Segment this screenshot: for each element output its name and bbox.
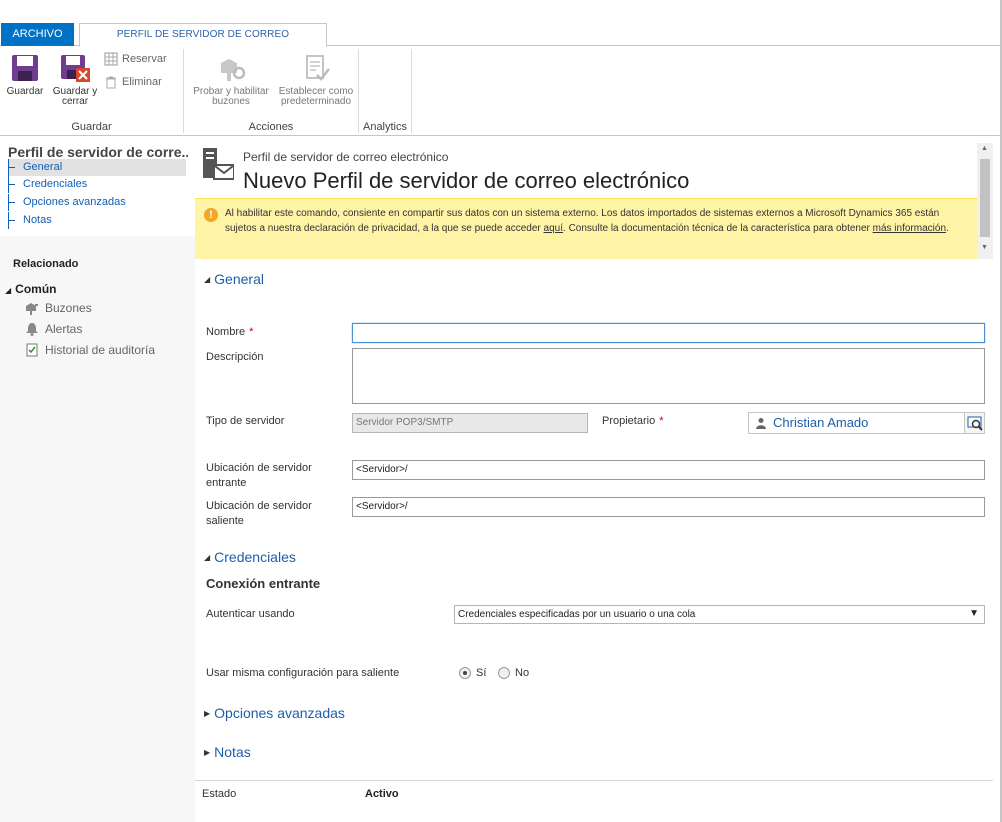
- owner-label: Propietario *: [602, 415, 664, 427]
- ribbon-group-actions: Probar y habilitar buzones Establecer co…: [184, 47, 358, 135]
- ribbon-tab-bar: ARCHIVO PERFIL DE SERVIDOR DE CORREO ELE…: [0, 0, 1002, 62]
- owner-value[interactable]: Christian Amado: [773, 415, 868, 430]
- ribbon-group-label: Guardar: [71, 121, 112, 133]
- nav-item-notes[interactable]: Notas: [8, 212, 186, 229]
- incoming-server-field[interactable]: <Servidor>/: [352, 460, 985, 480]
- lookup-search-icon: [967, 416, 983, 431]
- scrollbar-thumb[interactable]: [980, 159, 990, 237]
- name-label: Nombre *: [206, 326, 254, 338]
- server-type-field: Servidor POP3/SMTP: [352, 413, 588, 433]
- common-heading[interactable]: ◢ Común: [5, 282, 56, 296]
- same-config-label: Usar misma configuración para saliente: [206, 667, 400, 679]
- related-heading: Relacionado: [13, 258, 79, 270]
- same-config-yes-radio[interactable]: Sí: [459, 667, 486, 679]
- entity-title: Perfil de servidor de corre...: [8, 144, 188, 160]
- lookup-button[interactable]: [964, 413, 984, 433]
- server-type-label: Tipo de servidor: [206, 415, 285, 427]
- ribbon-group-label: Acciones: [248, 121, 294, 133]
- nav-item-credentials[interactable]: Credenciales: [8, 176, 186, 193]
- save-close-icon: [61, 55, 90, 82]
- form-navigation: Perfil de servidor de corre... General C…: [0, 137, 195, 236]
- more-info-link[interactable]: más información: [873, 223, 946, 234]
- nav-item-general[interactable]: General: [8, 159, 186, 176]
- scroll-up-icon[interactable]: ▲: [981, 145, 988, 152]
- test-enable-mailboxes-button[interactable]: Probar y habilitar buzones: [188, 53, 274, 107]
- save-icon: [12, 55, 38, 81]
- status-value: Activo: [365, 788, 399, 800]
- save-button[interactable]: Guardar: [4, 53, 46, 97]
- section-advanced-header[interactable]: ▶ Opciones avanzadas: [204, 705, 345, 721]
- related-item-audit-history[interactable]: Historial de auditoría: [25, 343, 155, 357]
- description-field[interactable]: [352, 348, 985, 404]
- user-icon: [756, 418, 766, 429]
- collapse-triangle-icon: ◢: [204, 274, 211, 284]
- related-item-alerts[interactable]: Alertas: [25, 322, 82, 336]
- incoming-server-label: Ubicación de servidor entrante: [206, 462, 312, 489]
- bell-icon: [26, 323, 38, 336]
- dropdown-arrow-icon: ▼: [969, 608, 979, 619]
- ribbon-group-label: Analytics: [362, 121, 408, 133]
- tab-email-server-profile[interactable]: PERFIL DE SERVIDOR DE CORREO ELECTRÓNICO: [79, 23, 327, 62]
- expand-triangle-icon: ▶: [204, 747, 211, 757]
- scroll-down-icon[interactable]: ▼: [981, 244, 988, 251]
- section-credentials-header[interactable]: ◢ Credenciales: [204, 549, 296, 565]
- radio-unselected-icon: [498, 667, 510, 679]
- set-as-default-button[interactable]: Establecer como predeterminado: [278, 53, 354, 107]
- delete-button[interactable]: Eliminar: [104, 74, 162, 90]
- status-label: Estado: [202, 788, 237, 800]
- same-config-no-radio[interactable]: No: [498, 667, 529, 679]
- audit-history-icon: [26, 343, 38, 357]
- ribbon-group-analytics: Analytics: [359, 47, 411, 135]
- reserve-button[interactable]: Reservar: [104, 51, 167, 67]
- expand-triangle-icon: ▶: [204, 708, 211, 718]
- set-default-icon: [306, 55, 330, 81]
- section-notes-header[interactable]: ▶ Notas: [204, 744, 251, 760]
- save-and-close-button[interactable]: Guardar y cerrar: [49, 53, 101, 107]
- description-label: Descripción: [206, 351, 264, 363]
- entity-name: Perfil de servidor de correo electrónico: [243, 150, 449, 164]
- outgoing-server-label: Ubicación de servidor saliente: [206, 500, 312, 527]
- status-footer: Estado Activo: [195, 780, 993, 810]
- ribbon-separator: [411, 49, 412, 133]
- warning-icon: !: [204, 208, 218, 222]
- outgoing-server-field[interactable]: <Servidor>/: [352, 497, 985, 517]
- ribbon: Guardar Guardar y cerrar Reservar Elimin…: [0, 47, 1002, 136]
- header-scrollbar[interactable]: ▲ ▼: [977, 143, 993, 259]
- owner-lookup[interactable]: Christian Amado: [748, 412, 985, 434]
- privacy-link[interactable]: aquí: [544, 223, 563, 234]
- collapse-triangle-icon: ◢: [204, 552, 211, 562]
- nav-item-advanced-options[interactable]: Opciones avanzadas: [8, 194, 186, 211]
- form-body: Perfil de servidor de correo electrónico…: [195, 143, 993, 817]
- reserve-icon: [104, 52, 118, 66]
- authenticate-label: Autenticar usando: [206, 608, 295, 620]
- collapse-triangle-icon: ◢: [5, 286, 12, 295]
- test-mailbox-icon: [221, 59, 246, 81]
- section-general-header[interactable]: ◢ General: [204, 271, 264, 287]
- ribbon-group-save: Guardar Guardar y cerrar Reservar Elimin…: [0, 47, 183, 135]
- name-field[interactable]: [352, 323, 985, 343]
- trash-icon: [106, 76, 116, 89]
- privacy-warning-banner: ! Al habilitar este comando, consiente e…: [195, 198, 977, 259]
- radio-selected-icon: [459, 667, 471, 679]
- page-title: Nuevo Perfil de servidor de correo elect…: [243, 168, 690, 193]
- authenticate-select[interactable]: Credenciales especificadas por un usuari…: [454, 605, 985, 624]
- left-navigation: Perfil de servidor de corre... General C…: [0, 137, 195, 822]
- tab-file[interactable]: ARCHIVO: [1, 23, 74, 46]
- related-item-mailboxes[interactable]: Buzones: [25, 301, 92, 315]
- email-server-profile-icon: [203, 148, 234, 180]
- mailbox-icon: [26, 303, 38, 315]
- incoming-connection-heading: Conexión entrante: [206, 576, 321, 591]
